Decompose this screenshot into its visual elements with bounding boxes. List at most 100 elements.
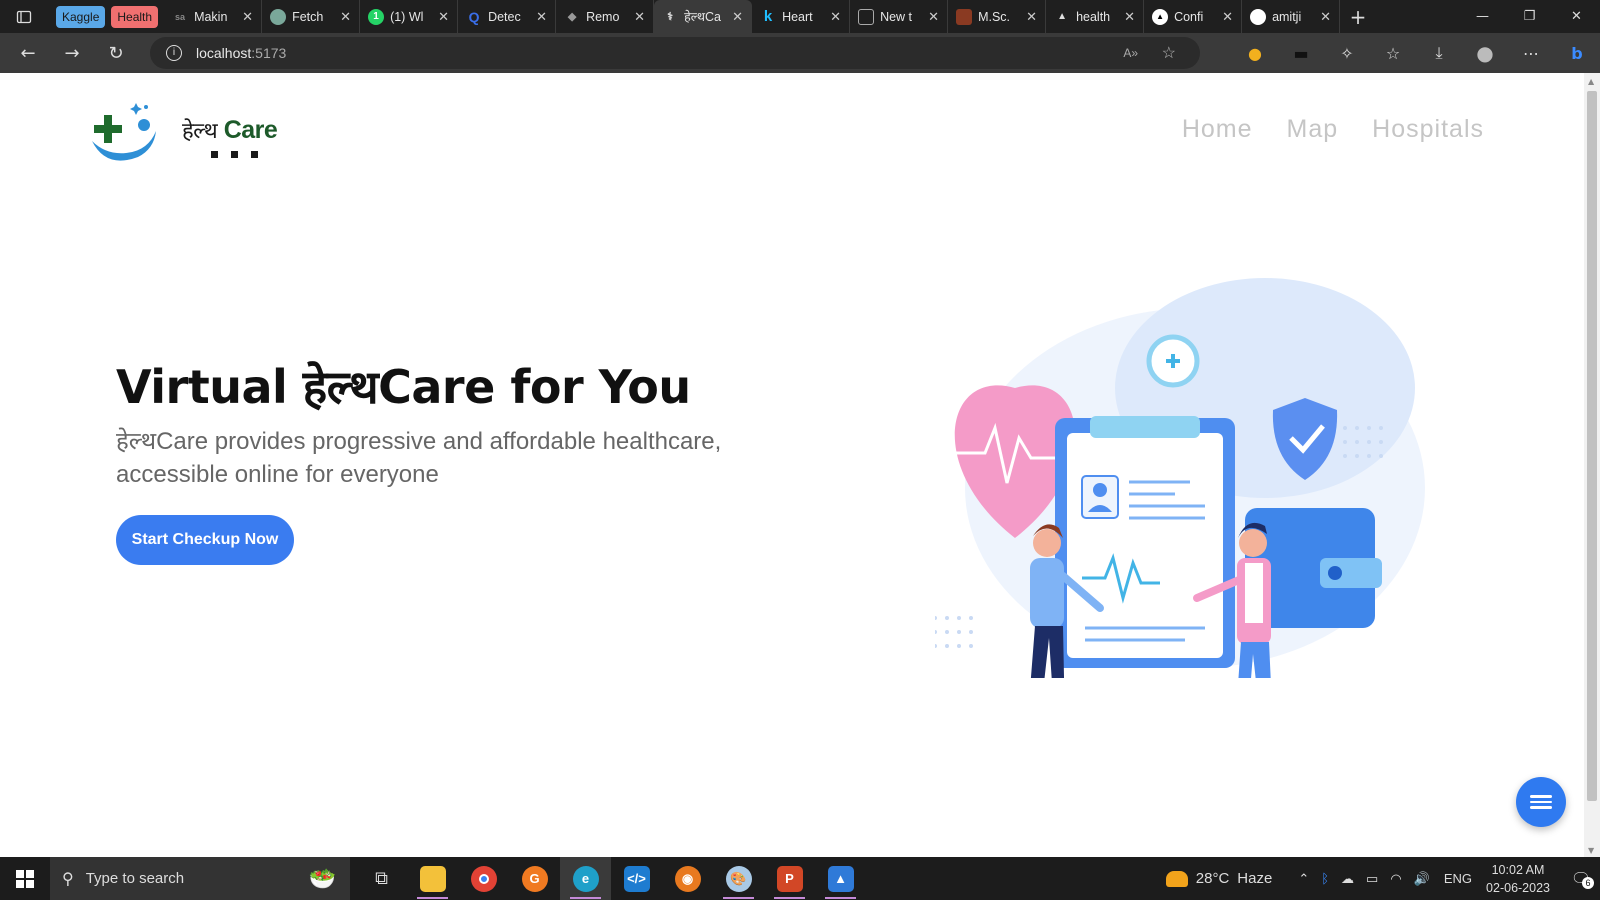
- battery-icon[interactable]: ▭: [1366, 871, 1378, 887]
- tray-icons: ⌃ ᛒ ☁ ▭ ◠ 🔊: [1298, 871, 1430, 887]
- browser-tab-active[interactable]: ⚕ हेल्थCa ✕: [654, 0, 753, 33]
- nav-hospitals-link[interactable]: Hospitals: [1372, 115, 1484, 144]
- logo-devanagari: हेल्थ: [182, 118, 218, 143]
- address-bar[interactable]: i localhost:5173 A» ☆: [150, 37, 1200, 69]
- tab-actions-icon[interactable]: [0, 0, 48, 33]
- health-cross-logo-icon: [92, 103, 156, 161]
- paint-icon[interactable]: 🎨: [713, 857, 764, 900]
- browser-tab[interactable]: ▲ health ✕: [1046, 0, 1145, 33]
- browser-tab[interactable]: ◆ Remo ✕: [556, 0, 655, 33]
- page-icon: [858, 8, 875, 25]
- browser-tab[interactable]: Q Detec ✕: [458, 0, 557, 33]
- grammarly-icon[interactable]: G: [509, 857, 560, 900]
- chevron-up-icon[interactable]: ⌃: [1298, 871, 1309, 887]
- browser-toolbar: ← → ↻ i localhost:5173 A» ☆ ● ▬ ✧ ☆ ⤓ ● …: [0, 33, 1600, 73]
- browser-tab-strip: Kaggle Health sa Makin ✕ Fetch ✕ 1 (1) W…: [0, 0, 1600, 33]
- close-tab-icon[interactable]: ✕: [830, 9, 841, 25]
- tab-group-kaggle[interactable]: Kaggle: [56, 5, 106, 28]
- close-tab-icon[interactable]: ✕: [1026, 9, 1037, 25]
- browser-tab[interactable]: New t ✕: [850, 0, 949, 33]
- powerpoint-icon[interactable]: P: [764, 857, 815, 900]
- extension-color-icon[interactable]: ●: [1232, 44, 1278, 63]
- scrollbar-thumb[interactable]: [1587, 91, 1597, 801]
- close-tab-icon[interactable]: ✕: [928, 9, 939, 25]
- nav-map-link[interactable]: Map: [1287, 115, 1339, 144]
- site-logo[interactable]: हेल्थ Care: [86, 97, 286, 167]
- read-aloud-icon[interactable]: A»: [1123, 46, 1138, 60]
- browser-tab[interactable]: ▲ Confi ✕: [1144, 0, 1243, 33]
- close-window-icon[interactable]: ✕: [1553, 0, 1600, 33]
- browser-tab[interactable]: sa Makin ✕: [164, 0, 263, 33]
- back-icon[interactable]: ←: [6, 43, 50, 64]
- site-info-icon[interactable]: i: [166, 45, 182, 61]
- browser-tab[interactable]: 1 (1) Wl ✕: [360, 0, 459, 33]
- close-tab-icon[interactable]: ✕: [242, 9, 253, 25]
- extension-dark-icon[interactable]: ▬: [1278, 44, 1324, 63]
- language-indicator[interactable]: ENG: [1444, 871, 1472, 886]
- close-tab-icon[interactable]: ✕: [732, 9, 743, 25]
- volume-icon[interactable]: 🔊: [1414, 871, 1430, 887]
- sa-icon: sa: [175, 11, 186, 22]
- tab-title: Detec: [488, 9, 521, 24]
- taskbar-apps: ⧉ G e </> ◉ 🎨 P ▲: [356, 857, 866, 900]
- close-tab-icon[interactable]: ✕: [1222, 9, 1233, 25]
- close-tab-icon[interactable]: ✕: [634, 9, 645, 25]
- search-placeholder: Type to search: [85, 870, 185, 887]
- browser-tab[interactable]: Fetch ✕: [262, 0, 361, 33]
- menu-fab-button[interactable]: [1516, 777, 1566, 827]
- toolbar-icons: ● ▬ ✧ ☆ ⤓ ● ⋯ b: [1232, 33, 1600, 73]
- forward-icon[interactable]: →: [50, 43, 94, 64]
- logo-dots: [211, 151, 258, 158]
- browser-tab[interactable]: k Heart ✕: [752, 0, 851, 33]
- start-button[interactable]: [0, 857, 50, 900]
- weather-widget[interactable]: 28°C Haze: [1165, 870, 1272, 887]
- more-menu-icon[interactable]: ⋯: [1508, 44, 1554, 63]
- scroll-down-icon[interactable]: ▼: [1588, 846, 1594, 855]
- onedrive-icon[interactable]: ☁: [1341, 871, 1354, 887]
- blender-icon[interactable]: ◉: [662, 857, 713, 900]
- file-explorer-icon[interactable]: [407, 857, 458, 900]
- vscode-icon[interactable]: </>: [611, 857, 662, 900]
- new-tab-button[interactable]: +: [1340, 5, 1376, 29]
- task-view-icon[interactable]: ⧉: [356, 857, 407, 900]
- triangle-icon: ▲: [1057, 10, 1068, 22]
- taskbar-search[interactable]: ⚲ Type to search 🥗: [50, 857, 350, 900]
- minimize-icon[interactable]: —: [1459, 0, 1506, 33]
- scroll-up-icon[interactable]: ▲: [1588, 77, 1594, 86]
- close-tab-icon[interactable]: ✕: [340, 9, 351, 25]
- bluetooth-icon[interactable]: ᛒ: [1321, 871, 1329, 887]
- chrome-icon[interactable]: [458, 857, 509, 900]
- close-tab-icon[interactable]: ✕: [438, 9, 449, 25]
- tab-group-health[interactable]: Health: [111, 5, 159, 28]
- reload-icon[interactable]: ↻: [94, 43, 138, 64]
- browser-tab[interactable]: amitji ✕: [1242, 0, 1341, 33]
- openai-icon: [270, 8, 287, 25]
- profile-avatar-icon[interactable]: ●: [1462, 41, 1508, 65]
- tab-title: Fetch: [292, 9, 324, 24]
- tab-title: Heart: [782, 9, 813, 24]
- bing-copilot-icon[interactable]: b: [1554, 44, 1600, 63]
- wifi-icon[interactable]: ◠: [1390, 871, 1401, 887]
- windows-taskbar: ⚲ Type to search 🥗 ⧉ G e </> ◉ 🎨 P ▲ 28°…: [0, 857, 1600, 900]
- start-checkup-button[interactable]: Start Checkup Now: [116, 515, 294, 565]
- extensions-icon[interactable]: ✧: [1324, 44, 1370, 63]
- add-favorite-icon[interactable]: ☆: [1162, 43, 1176, 63]
- photos-icon[interactable]: ▲: [815, 857, 866, 900]
- restore-icon[interactable]: ❐: [1506, 0, 1553, 33]
- vercel-icon: ▲: [1152, 8, 1169, 25]
- close-tab-icon[interactable]: ✕: [536, 9, 547, 25]
- search-engine-icon: Q: [468, 8, 480, 25]
- close-tab-icon[interactable]: ✕: [1320, 9, 1331, 25]
- browser-tab[interactable]: M.Sc. ✕: [948, 0, 1047, 33]
- url-host: localhost: [196, 45, 252, 61]
- nav-home-link[interactable]: Home: [1182, 115, 1253, 144]
- edge-icon[interactable]: e: [560, 857, 611, 900]
- favorites-icon[interactable]: ☆: [1370, 44, 1416, 63]
- main-nav: Home Map Hospitals: [1182, 115, 1484, 144]
- tab-title: (1) Wl: [390, 9, 424, 24]
- clock[interactable]: 10:02 AM 02-06-2023: [1486, 861, 1550, 897]
- notification-center-icon[interactable]: 🗨 6: [1562, 869, 1600, 889]
- close-tab-icon[interactable]: ✕: [1124, 9, 1135, 25]
- downloads-icon[interactable]: ⤓: [1416, 43, 1462, 63]
- page-scrollbar[interactable]: ▲ ▼: [1584, 73, 1600, 857]
